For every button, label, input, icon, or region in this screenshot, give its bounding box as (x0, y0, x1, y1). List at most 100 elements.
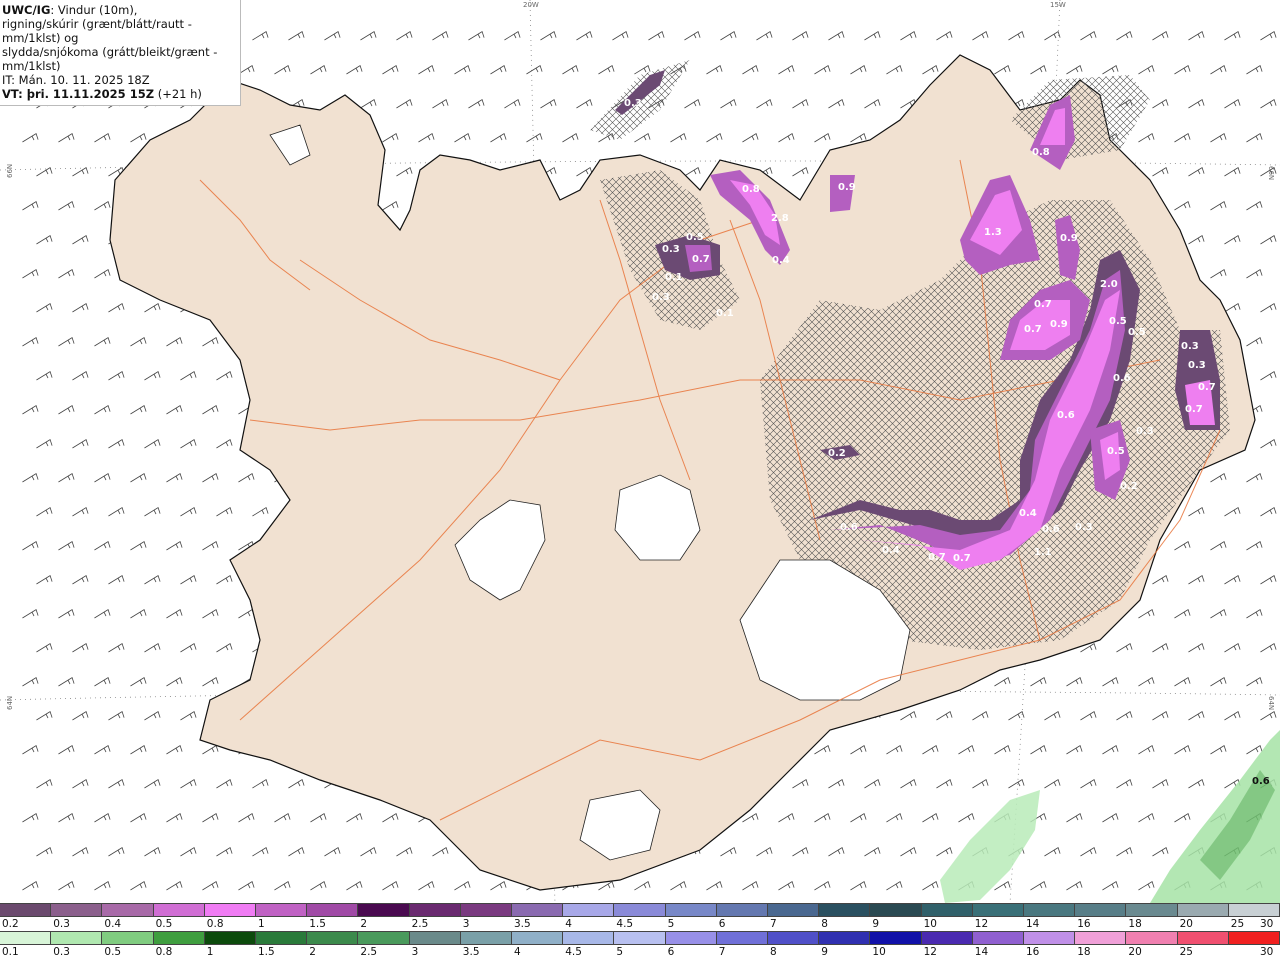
precip-label: 0.1 (716, 308, 734, 319)
precip-label: 0.4 (1019, 508, 1037, 519)
scale-label: 0.5 (155, 918, 173, 930)
precip-label: 0.3 (662, 244, 680, 255)
scale-swatch (819, 904, 871, 916)
precip-label: 2.0 (1100, 279, 1118, 290)
scale-label: 20 (1179, 918, 1193, 930)
scale-swatch (0, 904, 52, 916)
scale-swatch (1024, 932, 1076, 944)
precip-label: 0.3 (1136, 426, 1154, 437)
valid-time: VT: þri. 11.11.2025 15Z (2, 87, 155, 101)
rain-scale-labels: 0.1 0.3 0.5 0.8 1 1.5 2 2.5 3 3.5 4 4.5 5 6 7 8 9 10 12 14 1… (0, 946, 1280, 960)
scale-swatch (819, 932, 871, 944)
scale-swatch (1126, 904, 1178, 916)
scale-swatch (1228, 932, 1280, 944)
scale-swatch (563, 904, 615, 916)
scale-label: 0.8 (206, 918, 224, 930)
precip-label: 0.3 (652, 292, 670, 303)
scale-label: 14 (1026, 918, 1040, 930)
precip-label: 0.7 (1198, 382, 1216, 393)
scale-swatch (102, 904, 154, 916)
scale-swatch (768, 932, 820, 944)
scale-label: 10 (923, 918, 937, 930)
scale-label: 1 (258, 918, 265, 930)
scale-label: 0.5 (104, 946, 122, 958)
precip-label: 2.8 (771, 213, 789, 224)
scale-swatch (716, 904, 769, 916)
precip-label: 0.3 (1181, 341, 1199, 352)
scale-label: 3 (411, 946, 419, 958)
lat-label-64n-right: 64N (1267, 696, 1275, 710)
scale-swatch (512, 932, 564, 944)
scale-label: 30 (1260, 918, 1274, 930)
scale-label: 0.2 (2, 918, 19, 930)
precip-label: 0.5 (1107, 446, 1125, 457)
scale-label: 3.5 (514, 918, 531, 930)
scale-label: 1.5 (258, 946, 275, 958)
scale-swatch (460, 932, 513, 944)
scale-label: 25 (1179, 946, 1193, 958)
precip-label: 0.7 (1185, 404, 1203, 415)
init-time: IT: Mán. 10. 11. 2025 18Z (2, 73, 150, 87)
scale-swatch (1177, 904, 1229, 916)
precip-label: 0.5 (686, 232, 704, 243)
scale-label: 8 (821, 918, 828, 930)
precip-label: 0.6 (1113, 373, 1131, 384)
scale-label: 2.5 (360, 946, 378, 958)
scale-swatch (1126, 932, 1178, 944)
scale-swatch (460, 904, 513, 916)
scale-label: 0.1 (2, 946, 19, 958)
precip-label: 0.5 (1109, 316, 1127, 327)
scale-swatch (307, 904, 359, 916)
scale-swatch (256, 932, 308, 944)
scale-label: 20 (1128, 946, 1142, 958)
lon-label-20w: 20W (523, 1, 539, 9)
header-line2: rigning/skúrir (grænt/blátt/rautt - mm/1… (2, 17, 192, 45)
scale-swatch (870, 904, 922, 916)
scale-label: 2 (309, 946, 316, 958)
scale-swatch (870, 932, 922, 944)
snow-scale-labels: 0.2 0.3 0.4 0.5 0.8 1 1.5 2 2.5 3 3.5 4 4.5 5 6 7 8 9 10 12… (0, 918, 1280, 932)
scale-label: 4 (565, 918, 572, 930)
precip-label: 0.2 (1120, 481, 1138, 492)
snow-color-scale (0, 903, 1280, 917)
scale-label: 2.5 (411, 918, 429, 930)
scale-swatch (51, 932, 103, 944)
scale-label: 1.5 (309, 918, 326, 930)
scale-swatch (153, 932, 205, 944)
scale-label: 8 (770, 946, 777, 958)
scale-swatch (409, 904, 461, 916)
scale-label: 4 (514, 946, 521, 958)
scale-label: 5 (667, 918, 675, 930)
scale-swatch (102, 932, 154, 944)
precip-label: 0.1 (665, 272, 683, 283)
scale-label: 0.3 (53, 946, 70, 958)
precip-label: 0.9 (1060, 233, 1078, 244)
precip-label: 0.4 (882, 545, 900, 556)
scale-swatch (409, 932, 461, 944)
model-name: UWC/IG (2, 3, 51, 17)
scale-swatch (307, 932, 359, 944)
precip-label: 1.1 (1034, 547, 1052, 558)
scale-swatch (1075, 932, 1127, 944)
scale-label: 9 (821, 946, 828, 958)
scale-label: 1 (206, 946, 214, 958)
scale-label: 0.8 (155, 946, 173, 958)
scale-swatch (563, 932, 615, 944)
scale-swatch (0, 932, 52, 944)
map-header: UWC/IG: Vindur (10m), rigning/skúrir (gr… (0, 0, 241, 106)
lat-label-66n-right: 66N (1267, 166, 1275, 180)
lat-label-66n-left: 66N (6, 164, 14, 178)
scale-label: 12 (923, 946, 937, 958)
precip-label: 0.3 (1188, 360, 1206, 371)
precip-label: 0.9 (1050, 319, 1068, 330)
scale-label: 2 (360, 918, 368, 930)
scale-label: 14 (974, 946, 989, 958)
scale-swatch (768, 904, 820, 916)
scale-swatch (51, 904, 103, 916)
scale-label: 18 (1077, 946, 1091, 958)
scale-swatch (256, 904, 308, 916)
precip-label: 0.6 (1057, 410, 1075, 421)
precip-label: 0.7 (1034, 299, 1052, 310)
scale-label: 16 (1026, 946, 1040, 958)
precip-label: 0.7 (692, 254, 710, 265)
